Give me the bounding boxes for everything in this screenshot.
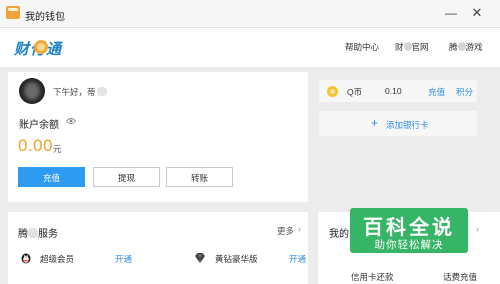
transfer-button[interactable]: 转账 [166, 167, 233, 187]
my-title: 我的 [329, 229, 349, 240]
official-site-prefix: 财 [395, 42, 404, 52]
open-yellow-diamond-link[interactable]: 开通 [289, 253, 306, 265]
greeting: 下午好，蒂 [53, 86, 107, 98]
help-center-link[interactable]: 帮助中心 [345, 41, 379, 53]
super-member-label: 超级会员 [40, 254, 75, 264]
chevron-right-icon[interactable]: › [298, 224, 301, 234]
qcoin-recharge-link[interactable]: 充值 [428, 86, 445, 98]
eye-icon[interactable] [66, 117, 76, 125]
close-button[interactable]: ✕ [469, 5, 485, 21]
balance-amount: 0.00 [18, 136, 54, 155]
tenpay-logo: 财付通 [14, 38, 70, 58]
logo-mark-icon [34, 40, 48, 54]
penguin-icon [21, 253, 31, 264]
phone-recharge-link[interactable]: 话费充值 [443, 271, 477, 283]
official-site-link[interactable]: 财官网 [395, 41, 429, 53]
recharge-button[interactable]: 充值 [18, 167, 85, 187]
greeting-text: 下午好，蒂 [53, 87, 96, 97]
balance-unit: 元 [53, 144, 62, 154]
add-bank-card-button[interactable]: + 添加银行卡 [318, 110, 478, 137]
official-site-suffix: 官网 [411, 42, 429, 52]
plus-icon: + [371, 116, 379, 130]
open-super-member-link[interactable]: 开通 [115, 253, 132, 265]
add-bank-card-label: 添加银行卡 [386, 120, 429, 130]
qcoin-icon [327, 86, 338, 97]
qcoin-value: 0.10 [385, 86, 402, 96]
avatar[interactable] [19, 78, 45, 104]
credit-card-repayment-link[interactable]: 信用卡还款 [351, 271, 394, 283]
diamond-icon [195, 252, 205, 263]
redacted-mark [96, 87, 107, 96]
wallet-window: 我的钱包 — ✕ 财付通 帮助中心 财官网 腾游戏 下午好，蒂 账户余额 0.0… [0, 0, 500, 284]
watermark-subtitle: 助你轻松解决 [374, 239, 444, 251]
chevron-right-icon[interactable]: › [476, 224, 479, 234]
services-panel: 腾服务 更多 › 超级会员 开通 黄钻豪华版 开通 [8, 212, 308, 284]
redacted-mark [403, 42, 412, 51]
games-suffix: 游戏 [465, 42, 483, 52]
yellow-diamond-label: 黄钻豪华版 [215, 254, 258, 264]
balance-label: 账户余额 [19, 120, 59, 131]
title-bar: 我的钱包 — ✕ [0, 0, 500, 28]
qcoin-label: Q币 [347, 87, 363, 97]
redacted-mark [457, 42, 466, 51]
app-header: 财付通 帮助中心 财官网 腾游戏 [0, 28, 500, 68]
services-title: 腾服务 [18, 225, 58, 240]
wallet-icon [6, 6, 20, 19]
withdraw-button[interactable]: 提现 [93, 167, 160, 187]
services-title-suffix: 服务 [38, 229, 58, 240]
account-panel: 下午好，蒂 账户余额 0.00 元 充值 提现 转账 [8, 72, 308, 202]
qcoin-row: Q币 0.10 充值 积分 [318, 79, 478, 103]
minimize-button[interactable]: — [443, 5, 459, 21]
services-title-prefix: 腾 [18, 229, 28, 240]
watermark-badge: 百科全说 助你轻松解决 [350, 208, 468, 253]
more-link[interactable]: 更多 [277, 225, 294, 237]
watermark-title: 百科全说 [363, 215, 455, 239]
redacted-mark [28, 228, 38, 238]
window-title: 我的钱包 [25, 12, 65, 23]
points-link[interactable]: 积分 [456, 86, 473, 98]
games-link[interactable]: 腾游戏 [449, 41, 483, 53]
games-prefix: 腾 [449, 42, 458, 52]
